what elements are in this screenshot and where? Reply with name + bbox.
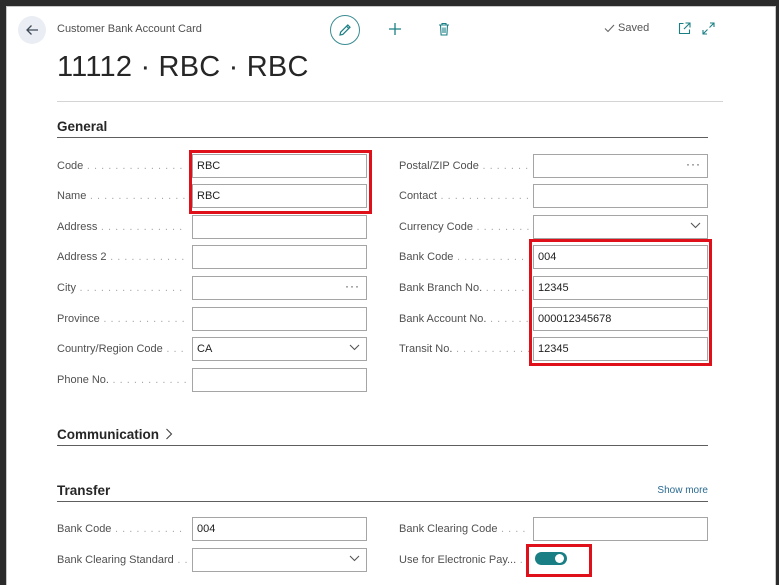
general-section-header[interactable]: General [57, 119, 708, 138]
open-in-new-icon [678, 21, 691, 34]
saved-status: Saved [604, 22, 649, 34]
phone-no-field[interactable] [192, 368, 367, 392]
use-for-electronic-payments-label: Use for Electronic Pay... [399, 554, 529, 566]
bank-account-no-label: Bank Account No. [399, 313, 529, 325]
new-button[interactable] [387, 21, 403, 37]
transfer-section-header[interactable]: Transfer Show more [57, 483, 708, 502]
address-field[interactable] [192, 215, 367, 239]
contact-label: Contact [399, 190, 529, 202]
arrow-left-icon [26, 25, 38, 35]
city-label: City [57, 282, 187, 294]
currency-code-select[interactable] [533, 215, 708, 239]
bank-clearing-standard-label: Bank Clearing Standard [57, 554, 187, 566]
country-region-code-value: CA [197, 343, 213, 355]
bank-account-no-field[interactable]: 000012345678 [533, 307, 708, 331]
bank-code-field[interactable]: 004 [533, 245, 708, 269]
page-title: 11112 · RBC · RBC [57, 51, 309, 83]
bank-branch-no-field[interactable]: 12345 [533, 276, 708, 300]
contact-field[interactable] [533, 184, 708, 208]
use-for-electronic-payments-toggle[interactable] [535, 552, 567, 565]
phone-no-label: Phone No. [57, 374, 187, 386]
communication-section-header[interactable]: Communication [57, 427, 708, 446]
bank-clearing-standard-select[interactable] [192, 548, 367, 572]
code-label: Code [57, 160, 187, 172]
communication-heading: Communication [57, 427, 160, 442]
toggle-knob [555, 554, 564, 563]
expand-icon [701, 21, 715, 35]
back-button[interactable] [18, 16, 46, 44]
title-divider [57, 101, 723, 102]
trash-icon [439, 22, 449, 36]
chevron-down-icon [349, 344, 360, 351]
address-2-field[interactable] [192, 245, 367, 269]
transit-no-label: Transit No. [399, 343, 529, 355]
currency-code-label: Currency Code [399, 221, 529, 233]
country-region-code-select[interactable]: CA [192, 337, 367, 361]
show-more-link[interactable]: Show more [657, 485, 708, 496]
bank-account-card: Customer Bank Account Card Saved 11112 ·… [6, 6, 776, 585]
chevron-down-icon [690, 222, 701, 229]
lookup-ellipsis-icon[interactable]: ··· [686, 157, 701, 171]
address-2-label: Address 2 [57, 251, 187, 263]
bank-clearing-code-label: Bank Clearing Code [399, 523, 529, 535]
province-label: Province [57, 313, 187, 325]
edit-button[interactable] [330, 15, 360, 45]
province-field[interactable] [192, 307, 367, 331]
lookup-ellipsis-icon[interactable]: ··· [345, 279, 360, 293]
name-label: Name [57, 190, 187, 202]
plus-icon [389, 23, 401, 35]
saved-label: Saved [618, 22, 650, 34]
bank-clearing-code-field[interactable] [533, 517, 708, 541]
transfer-heading: Transfer [57, 483, 111, 498]
page-caption: Customer Bank Account Card [57, 23, 202, 35]
address-label: Address [57, 221, 187, 233]
name-field[interactable]: RBC [192, 184, 367, 208]
transit-no-field[interactable]: 12345 [533, 337, 708, 361]
general-heading: General [57, 119, 108, 134]
bank-code-label: Bank Code [399, 251, 529, 263]
delete-button[interactable] [437, 21, 451, 37]
chevron-down-icon [349, 555, 360, 562]
postal-zip-code-field[interactable]: ··· [533, 154, 708, 178]
pencil-icon [339, 24, 351, 36]
country-region-code-label: Country/Region Code [57, 343, 187, 355]
transfer-bank-code-field[interactable]: 004 [192, 517, 367, 541]
open-new-window-button[interactable] [677, 21, 691, 35]
bank-branch-no-label: Bank Branch No. [399, 282, 529, 294]
postal-zip-code-label: Postal/ZIP Code [399, 160, 529, 172]
transfer-bank-code-label: Bank Code [57, 523, 187, 535]
code-field[interactable]: RBC [192, 154, 367, 178]
chevron-right-icon [165, 428, 173, 440]
expand-button[interactable] [701, 21, 715, 35]
city-field[interactable]: ··· [192, 276, 367, 300]
checkmark-icon [604, 24, 615, 32]
